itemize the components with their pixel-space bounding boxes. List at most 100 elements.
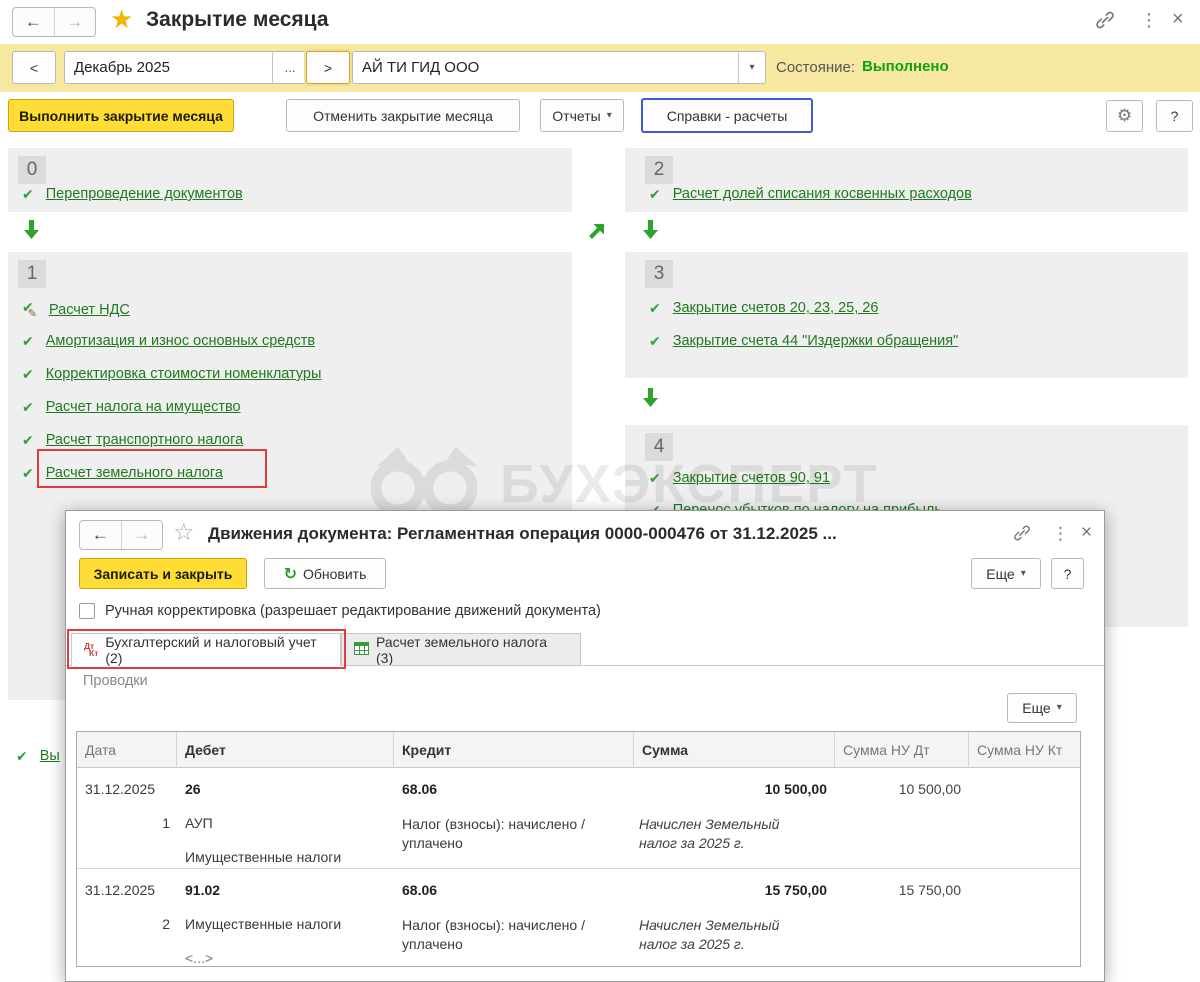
next-month-button[interactable]: > xyxy=(306,51,350,84)
forward-button[interactable]: → xyxy=(55,8,96,36)
cell-credit-description: Налог (взносы): начислено / уплачено xyxy=(402,815,617,853)
tab-land-tax-calc[interactable]: Расчет земельного налога (3) xyxy=(341,633,581,666)
prev-month-button[interactable]: < xyxy=(12,51,56,84)
cell-comment: Начислен Земельный налог за 2025 г. xyxy=(639,815,814,853)
more-menu-icon[interactable]: ⋮ xyxy=(1140,11,1158,29)
tab-accounting[interactable]: ДтКт Бухгалтерский и налоговый учет (2) xyxy=(71,633,341,666)
cell-date: 31.12.2025 xyxy=(85,781,155,797)
get-link-icon[interactable] xyxy=(1094,10,1116,35)
cell-credit-description: Налог (взносы): начислено / уплачено xyxy=(402,916,617,954)
more-button-label: Еще xyxy=(986,566,1015,582)
operation-link[interactable]: Корректировка стоимости номенклатуры xyxy=(46,366,322,382)
done-check-icon: ✔ xyxy=(22,433,34,447)
table-icon xyxy=(354,642,369,658)
operation-link[interactable]: Расчет долей списания косвенных расходов xyxy=(673,186,972,202)
done-check-icon: ✔ xyxy=(22,187,34,201)
operation-link[interactable]: Расчет НДС xyxy=(49,302,130,318)
flow-down-arrow-icon xyxy=(643,388,658,412)
section-number: 2 xyxy=(645,156,673,184)
cell-credit-account: 68.06 xyxy=(402,781,437,797)
organization-dropdown-icon[interactable]: ▾ xyxy=(738,52,765,83)
section-number: 0 xyxy=(18,156,46,184)
dialog-nav-history: ← → xyxy=(79,520,163,550)
column-header-amount-nu-kt[interactable]: Сумма НУ Кт xyxy=(969,732,1080,768)
organization-value[interactable]: АЙ ТИ ГИД ООО xyxy=(353,52,738,83)
reports-button[interactable]: Отчеты ▾ xyxy=(540,99,624,132)
cell-row-number: 2 xyxy=(77,916,170,932)
operation-link[interactable]: Амортизация и износ основных средств xyxy=(46,333,315,349)
cancel-month-closing-button[interactable]: Отменить закрытие месяца xyxy=(286,99,520,132)
refresh-button[interactable]: ↻ Обновить xyxy=(264,558,386,589)
column-header-amount-nu-dt[interactable]: Сумма НУ Дт xyxy=(835,732,969,768)
done-check-icon: ✔ xyxy=(22,334,34,348)
run-month-closing-button[interactable]: Выполнить закрытие месяца xyxy=(8,99,234,132)
dialog-title: Движения документа: Регламентная операци… xyxy=(208,524,837,544)
table-header: Дата Дебет Кредит Сумма Сумма НУ Дт Сумм… xyxy=(77,732,1080,768)
operation-link[interactable]: Расчет транспортного налога xyxy=(46,432,243,448)
dialog-help-button[interactable]: ? xyxy=(1051,558,1084,589)
cell-amount-nu-dt: 15 750,00 xyxy=(835,882,961,898)
save-and-close-button[interactable]: Записать и закрыть xyxy=(79,558,247,589)
column-header-amount[interactable]: Сумма xyxy=(634,732,835,768)
status-label: Состояние: xyxy=(776,59,855,76)
cell-amount-nu-dt: 10 500,00 xyxy=(835,781,961,797)
favorite-star-outline-icon[interactable]: ☆ xyxy=(173,521,195,545)
column-header-credit[interactable]: Кредит xyxy=(394,732,634,768)
period-input[interactable]: Декабрь 2025 xyxy=(65,52,272,83)
postings-panel-label: Проводки xyxy=(83,673,148,689)
table-row[interactable]: 31.12.2025 2 91.02 Имущественные налоги … xyxy=(77,868,1080,969)
cell-debit-subconto1: АУП xyxy=(185,815,213,831)
done-check-icon: ✔ xyxy=(649,301,661,315)
cell-comment: Начислен Земельный налог за 2025 г. xyxy=(639,916,814,954)
done-check-icon: ✔ xyxy=(649,187,661,201)
postings-table[interactable]: Дата Дебет Кредит Сумма Сумма НУ Дт Сумм… xyxy=(76,731,1081,967)
close-window-icon[interactable]: × xyxy=(1172,9,1184,29)
reports-button-label: Отчеты xyxy=(552,108,600,124)
favorite-star-icon[interactable]: ★ xyxy=(110,6,133,32)
postings-more-button[interactable]: Еще ▾ xyxy=(1007,693,1077,723)
cell-amount: 10 500,00 xyxy=(634,781,827,797)
manual-correction-label: Ручная корректировка (разрешает редактир… xyxy=(105,603,601,619)
section-number: 3 xyxy=(645,260,673,288)
cell-debit-subconto1: Имущественные налоги xyxy=(185,916,341,932)
back-button[interactable]: ← xyxy=(13,8,55,36)
operation-link[interactable]: Закрытие счетов 20, 23, 25, 26 xyxy=(673,300,879,316)
column-header-debit[interactable]: Дебет xyxy=(177,732,394,768)
references-calculations-button[interactable]: Справки - расчеты xyxy=(641,98,813,133)
cell-debit-subconto2: Имущественные налоги xyxy=(185,849,341,865)
cell-debit-subconto2: <...> xyxy=(185,950,213,966)
tab-land-tax-label: Расчет земельного налога (3) xyxy=(376,634,568,666)
more-menu-icon[interactable]: ⋮ xyxy=(1052,525,1069,542)
operation-link-partial[interactable]: Вы xyxy=(40,748,60,764)
manual-correction-checkbox[interactable] xyxy=(79,603,95,619)
forward-button[interactable]: → xyxy=(122,521,163,549)
cell-date: 31.12.2025 xyxy=(85,882,155,898)
table-row[interactable]: 31.12.2025 1 26 АУП Имущественные налоги… xyxy=(77,768,1080,868)
watermark-text: БУХЭКСПЕРТ xyxy=(500,453,879,515)
dialog-more-button[interactable]: Еще ▾ xyxy=(971,558,1041,589)
document-movements-dialog: ← → ☆ Движения документа: Регламентная о… xyxy=(65,510,1105,982)
operation-link[interactable]: Расчет налога на имущество xyxy=(46,399,241,415)
refresh-button-label: Обновить xyxy=(303,566,366,582)
period-picker-button[interactable]: ... xyxy=(272,52,307,83)
done-edited-check-icon: ✔ ✎ xyxy=(22,300,37,320)
get-link-icon[interactable] xyxy=(1012,524,1032,547)
done-check-icon: ✔ xyxy=(22,367,34,381)
operation-link[interactable]: Закрытие счета 44 "Издержки обращения" xyxy=(673,333,959,349)
cell-row-number: 1 xyxy=(77,815,170,831)
close-dialog-icon[interactable]: × xyxy=(1081,523,1092,542)
settings-button[interactable]: ⚙ xyxy=(1106,100,1143,132)
back-button[interactable]: ← xyxy=(80,521,122,549)
done-check-icon: ✔ xyxy=(22,466,34,480)
operation-link[interactable]: Перепроведение документов xyxy=(46,186,243,202)
cell-credit-account: 68.06 xyxy=(402,882,437,898)
main-nav-history: ← → xyxy=(12,7,96,37)
column-header-date[interactable]: Дата xyxy=(77,732,177,768)
operation-link-land-tax[interactable]: Расчет земельного налога xyxy=(46,465,223,481)
flow-down-arrow-icon xyxy=(24,220,39,244)
main-help-button[interactable]: ? xyxy=(1156,100,1193,132)
section-3: 3 ✔ Закрытие счетов 20, 23, 25, 26 ✔ Зак… xyxy=(625,252,1188,378)
flow-down-arrow-icon xyxy=(643,220,658,244)
section-0: 0 ✔ Перепроведение документов xyxy=(8,148,572,212)
cell-amount: 15 750,00 xyxy=(634,882,827,898)
